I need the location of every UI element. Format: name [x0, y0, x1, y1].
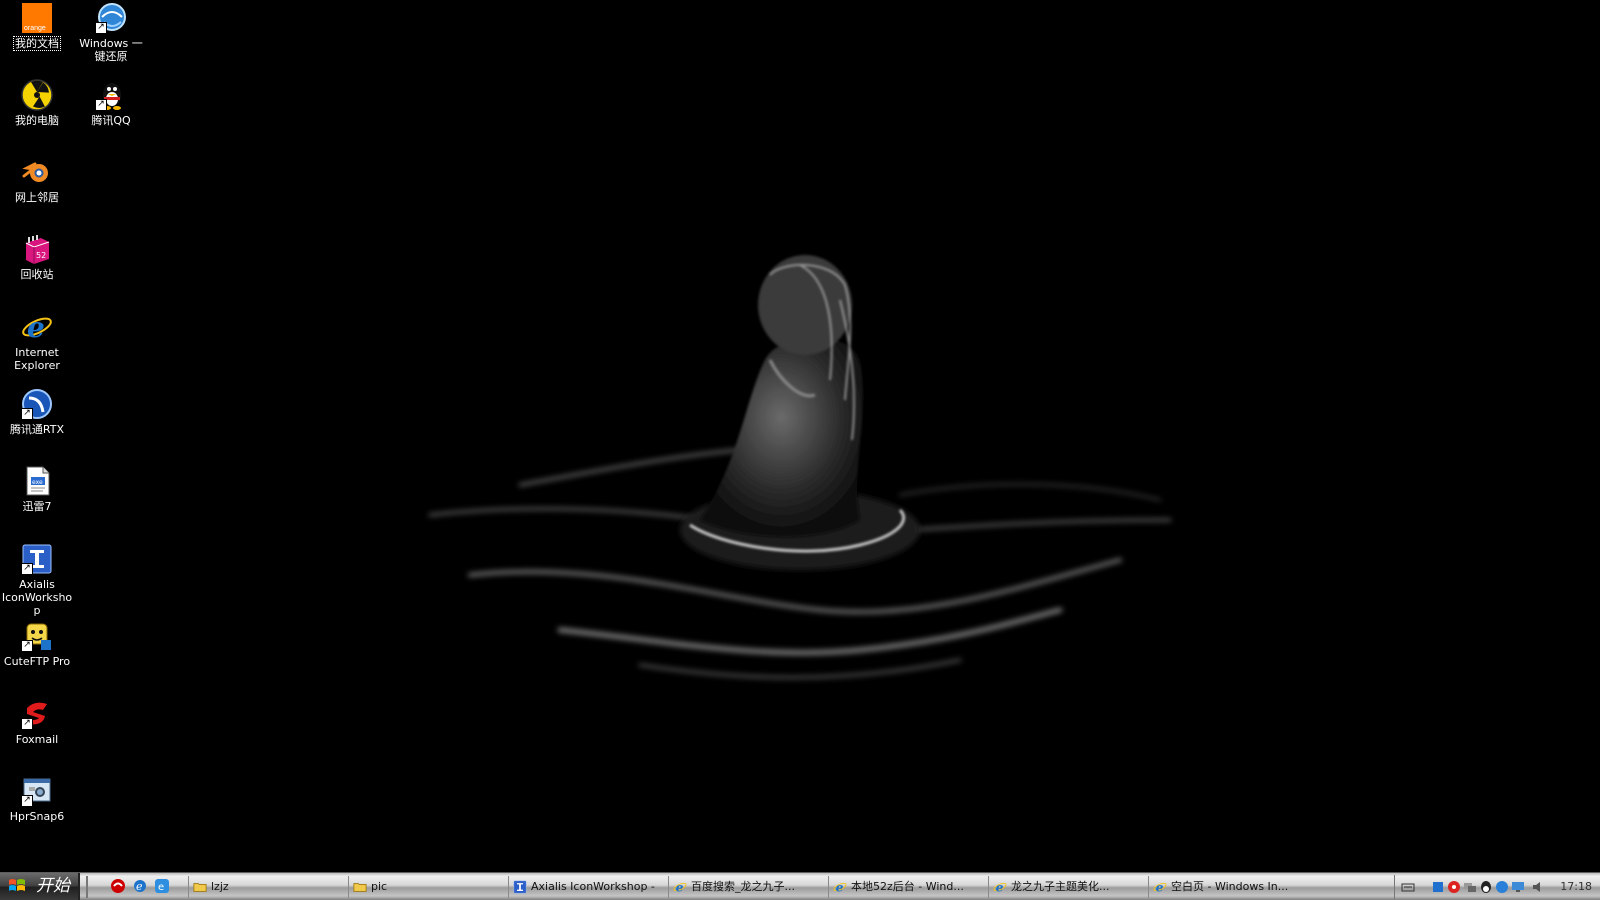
shortcut-arrow-icon: ↗ — [21, 795, 33, 807]
svg-text:e: e — [676, 880, 684, 894]
foxmail-icon: ↗ — [21, 698, 53, 730]
wallpaper-smoke-figure — [428, 255, 1172, 679]
desktop-icon-label: 回收站 — [20, 268, 54, 281]
orange-logo-icon: orange — [21, 2, 53, 34]
quick-launch: e e — [86, 876, 178, 898]
cuteftp-icon: ↗ — [21, 620, 53, 652]
keyboard-icon[interactable] — [1401, 880, 1415, 894]
folder-icon — [353, 880, 367, 894]
ie-icon: e — [993, 879, 1007, 894]
blender-icon — [21, 156, 53, 188]
taskbar-button-label: 龙之九子主题美化... — [1011, 880, 1110, 893]
axialis-icon: ↗ — [21, 543, 53, 575]
taskbar-button-label: lzjz — [211, 880, 229, 893]
windows-flag-icon — [9, 879, 25, 891]
desktop-icon-label: 腾讯QQ — [91, 114, 131, 127]
desktop-icon[interactable]: 我的电脑 — [0, 79, 74, 127]
taskbar-button-label: pic — [371, 880, 388, 893]
tray-qq-icon[interactable] — [1479, 880, 1493, 894]
rtx-icon: ↗ — [21, 388, 53, 420]
taskbar-button[interactable]: e 空白页 - Windows In... — [1148, 876, 1301, 898]
taskbar-button-label: 空白页 - Windows In... — [1171, 880, 1289, 893]
tray-network-icon[interactable] — [1463, 880, 1477, 894]
svg-text:52: 52 — [36, 251, 46, 260]
start-label: 开始 — [36, 876, 70, 896]
taskbar-button-label: 本地52z后台 - Wind... — [851, 880, 964, 893]
shortcut-arrow-icon: ↗ — [21, 563, 33, 575]
hypersnap-icon: ↗ — [21, 775, 53, 807]
thunder-doc-icon: exe — [21, 465, 53, 497]
tray-volume-icon[interactable] — [1531, 880, 1545, 894]
qq-penguin-icon: ↗ — [95, 79, 127, 111]
radiation-icon — [21, 79, 53, 111]
desktop-icon-label: 我的电脑 — [15, 114, 59, 127]
shortcut-arrow-icon: ↗ — [95, 22, 107, 34]
clock[interactable]: 17:18 — [1560, 875, 1592, 899]
desktop-icon-label: Internet Explorer — [14, 346, 60, 372]
desktop-icon-label: 网上邻居 — [15, 191, 59, 204]
ie-icon: e — [21, 311, 53, 343]
svg-text:e: e — [136, 880, 143, 893]
desktop-icon[interactable]: 52 回收站 — [0, 233, 74, 281]
taskbar-button[interactable]: lzjz — [188, 876, 341, 898]
quicklaunch-browser-icon[interactable]: e — [154, 878, 170, 894]
desktop-icon[interactable]: ↗ Windows 一键还原 — [74, 2, 148, 63]
start-button[interactable]: 开始 — [0, 873, 80, 900]
desktop[interactable]: orange 我的文档 ↗ Windows 一键还原我的电脑 ↗ 腾讯QQ 网上邻居 52 回收… — [0, 0, 1600, 872]
tray-app-blue-icon[interactable] — [1431, 880, 1445, 894]
axialis-icon — [513, 880, 527, 894]
desktop-icon-label: Foxmail — [15, 733, 59, 746]
tray-antivirus-icon[interactable] — [1447, 880, 1461, 894]
taskbar-button[interactable]: e 龙之九子主题美化... — [988, 876, 1141, 898]
desktop-icon[interactable]: ↗ HprSnap6 — [0, 775, 74, 823]
taskbar-button[interactable]: e 本地52z后台 - Wind... — [828, 876, 981, 898]
desktop-icon-label: 腾讯通RTX — [9, 423, 65, 436]
folder-icon — [193, 880, 207, 894]
svg-text:e: e — [158, 882, 164, 893]
quicklaunch-ie-icon[interactable]: e — [132, 878, 148, 894]
shortcut-arrow-icon: ↗ — [21, 640, 33, 652]
desktop-icon-label: CuteFTP Pro — [3, 655, 71, 668]
desktop-icon[interactable]: exe 迅雷7 — [0, 465, 74, 513]
desktop-icon-label: 我的文档 — [13, 36, 61, 51]
shortcut-arrow-icon: ↗ — [95, 99, 107, 111]
recycle-box-icon: 52 — [21, 233, 53, 265]
svg-text:orange: orange — [24, 25, 46, 32]
taskbar-button[interactable]: e 百度搜索_龙之九子... — [668, 876, 821, 898]
system-tray: 17:18 — [1394, 875, 1600, 899]
desktop-icon[interactable]: ↗ 腾讯通RTX — [0, 388, 74, 436]
svg-text:e: e — [836, 880, 844, 894]
taskbar: 开始 e e lzjz pic Axialis IconWorkshop - e 百度搜… — [0, 872, 1600, 900]
svg-text:exe: exe — [32, 479, 43, 486]
ie-icon: e — [833, 879, 847, 894]
desktop-icon[interactable]: ↗ Foxmail — [0, 698, 74, 746]
svg-text:e: e — [27, 311, 45, 343]
tray-ie-icon[interactable] — [1495, 880, 1509, 894]
taskbar-button[interactable]: pic — [348, 876, 501, 898]
ie-icon: e — [673, 879, 687, 894]
desktop-icon-label: Windows 一键还原 — [79, 37, 143, 63]
desktop-icon[interactable]: ↗ CuteFTP Pro — [0, 620, 74, 668]
shortcut-arrow-icon: ↗ — [21, 408, 33, 420]
restore-globe-icon: ↗ — [95, 2, 127, 34]
desktop-icon-label: HprSnap6 — [9, 810, 65, 823]
desktop-icon-label: Axialis IconWorkshop — [1, 578, 73, 617]
svg-text:e: e — [1156, 880, 1164, 894]
quicklaunch-foxmail-icon[interactable] — [110, 878, 126, 894]
shortcut-arrow-icon: ↗ — [21, 718, 33, 730]
tray-monitor-icon[interactable] — [1511, 880, 1525, 894]
ie-icon: e — [1153, 879, 1167, 894]
desktop-icon-label: 迅雷7 — [22, 500, 52, 513]
taskbar-button-label: 百度搜索_龙之九子... — [691, 880, 795, 893]
taskbar-button-label: Axialis IconWorkshop - — [531, 880, 655, 893]
taskbar-button[interactable]: Axialis IconWorkshop - — [508, 876, 661, 898]
desktop-icon[interactable]: ↗ 腾讯QQ — [74, 79, 148, 127]
desktop-icon[interactable]: orange 我的文档 — [0, 2, 74, 51]
svg-text:e: e — [996, 880, 1004, 894]
desktop-icon[interactable]: ↗ Axialis IconWorkshop — [0, 543, 74, 617]
desktop-icon[interactable]: e Internet Explorer — [0, 311, 74, 372]
desktop-icon[interactable]: 网上邻居 — [0, 156, 74, 204]
